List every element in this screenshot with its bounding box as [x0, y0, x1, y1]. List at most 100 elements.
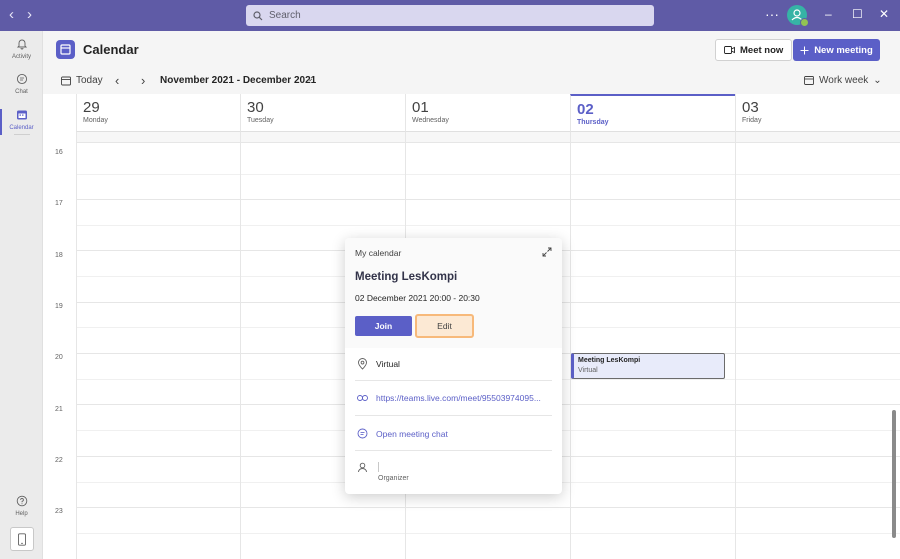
meet-now-button[interactable]: Meet now [715, 39, 793, 61]
divider [355, 380, 552, 381]
forward-icon[interactable]: › [27, 7, 32, 22]
phone-icon [18, 532, 26, 546]
join-button[interactable]: Join [355, 316, 412, 336]
hour-label: 21 [55, 406, 63, 413]
view-selector[interactable]: Work week ⌄ [804, 75, 882, 86]
event-title: Meeting LesKompi [578, 357, 641, 364]
hour-label: 17 [55, 200, 63, 207]
divider [355, 415, 552, 416]
divider [355, 450, 552, 451]
title-bar: ‹ › Search ··· – ☐ ✕ [0, 0, 900, 31]
rail-label-activity: Activity [11, 54, 31, 60]
rail-label-calendar: Calendar [9, 125, 34, 131]
day-header-monday[interactable]: 29 Monday [76, 94, 240, 132]
today-label: Today [76, 75, 103, 86]
today-button[interactable]: Today [61, 75, 103, 86]
meeting-details-popup: My calendar Meeting LesKompi 02 December… [345, 238, 562, 494]
bell-icon [16, 39, 27, 50]
day-name: Wednesday [412, 117, 449, 124]
hour-line [76, 507, 900, 508]
day-name: Friday [742, 117, 762, 124]
edit-button[interactable]: Edit [415, 314, 474, 338]
day-column-divider [240, 132, 241, 559]
more-options-icon[interactable]: ··· [765, 6, 779, 22]
person-icon [358, 462, 367, 473]
vertical-scrollbar[interactable] [892, 410, 896, 538]
open-chat-row[interactable]: Open meeting chat [357, 428, 552, 439]
back-icon[interactable]: ‹ [9, 7, 14, 22]
day-number: 01 [412, 99, 429, 116]
location-row: Virtual [357, 358, 552, 370]
organizer-name-placeholder [378, 462, 379, 472]
day-number: 29 [83, 99, 100, 116]
chevron-down-icon[interactable]: ⌄ [306, 73, 314, 84]
calendar-today-icon [61, 76, 71, 85]
view-label: Work week [819, 75, 869, 86]
rail-label-chat: Chat [15, 89, 28, 95]
day-number: 03 [742, 99, 759, 116]
calendar-app-icon [56, 40, 75, 59]
previous-week-button[interactable]: ‹ [115, 73, 119, 88]
next-week-button[interactable]: › [141, 73, 145, 88]
time-gutter: 16 17 18 19 20 21 22 23 [43, 94, 76, 559]
calendar-name: My calendar [355, 248, 402, 258]
page-title: Calendar [83, 42, 139, 57]
avatar[interactable] [787, 5, 809, 27]
rail-item-calendar[interactable]: Calendar [0, 109, 43, 131]
open-chat-link[interactable]: Open meeting chat [376, 429, 448, 439]
hour-label: 23 [55, 508, 63, 515]
rail-label-help: Help [15, 511, 28, 517]
search-input[interactable]: Search [246, 5, 654, 26]
chat-icon [16, 73, 27, 85]
half-hour-line [76, 174, 900, 175]
half-hour-line [76, 533, 900, 534]
video-camera-icon [724, 46, 735, 54]
hour-label: 16 [55, 149, 63, 156]
day-number: 02 [577, 101, 594, 118]
minimize-button[interactable]: – [825, 7, 832, 21]
hour-label: 20 [55, 354, 63, 361]
day-column-divider [735, 132, 736, 559]
half-hour-line [76, 225, 900, 226]
close-button[interactable]: ✕ [879, 7, 889, 21]
hour-label: 22 [55, 457, 63, 464]
calendar-event[interactable]: Meeting LesKompi Virtual [571, 353, 725, 379]
organizer-row [357, 462, 552, 473]
day-header-thursday[interactable]: 02 Thursday [570, 94, 735, 132]
day-name: Thursday [577, 119, 609, 126]
mobile-app-button[interactable] [10, 527, 34, 551]
hour-label: 18 [55, 252, 63, 259]
search-placeholder: Search [269, 10, 301, 21]
new-meeting-button[interactable]: New meeting [793, 39, 880, 61]
day-header-wednesday[interactable]: 01 Wednesday [405, 94, 570, 132]
time-slot [76, 132, 900, 142]
day-column-divider [76, 132, 77, 559]
rail-item-activity[interactable]: Activity [0, 38, 43, 60]
presence-status-icon [800, 18, 809, 27]
day-number: 30 [247, 99, 264, 116]
link-icon [357, 395, 368, 401]
new-meeting-label: New meeting [814, 44, 873, 56]
calendar-toolbar: Today ‹ › November 2021 - December 2021 … [43, 69, 900, 93]
day-header-tuesday[interactable]: 30 Tuesday [240, 94, 405, 132]
event-location: Virtual [578, 367, 598, 374]
date-range-label[interactable]: November 2021 - December 2021 [160, 75, 316, 86]
meeting-title: Meeting LesKompi [355, 271, 458, 283]
app-rail: Activity Chat Calendar Help [0, 31, 43, 559]
location-text: Virtual [376, 359, 400, 369]
day-name: Tuesday [247, 117, 274, 124]
calendar-icon [16, 110, 27, 120]
hour-label: 19 [55, 303, 63, 310]
maximize-button[interactable]: ☐ [852, 7, 863, 21]
meeting-time: 02 December 2021 20:00 - 20:30 [355, 293, 480, 303]
view-chevron-icon: ⌄ [873, 75, 882, 86]
meeting-link-row[interactable]: https://teams.live.com/meet/95503974095.… [357, 393, 552, 403]
expand-icon[interactable] [542, 247, 552, 257]
search-icon [253, 10, 263, 20]
chat-bubble-icon [357, 428, 368, 439]
rail-item-help[interactable]: Help [0, 495, 43, 517]
day-header-friday[interactable]: 03 Friday [735, 94, 900, 132]
location-pin-icon [358, 358, 367, 370]
rail-item-chat[interactable]: Chat [0, 73, 43, 95]
meeting-link[interactable]: https://teams.live.com/meet/95503974095.… [376, 393, 541, 403]
